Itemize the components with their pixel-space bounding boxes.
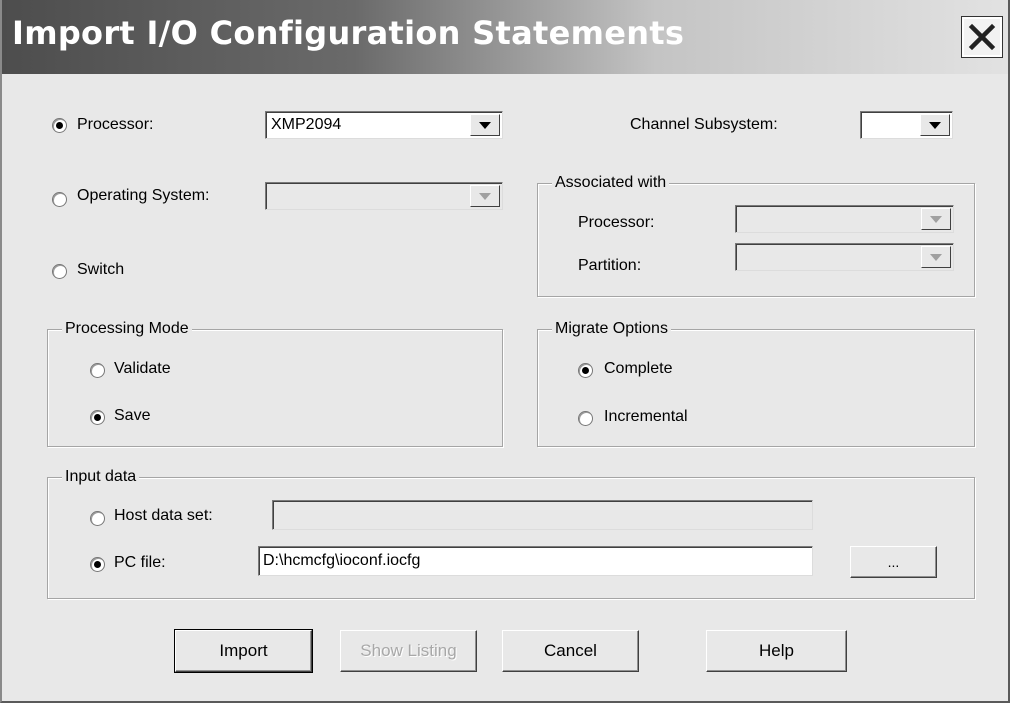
switch-radio[interactable] <box>52 264 67 279</box>
chevron-down-icon <box>930 253 942 261</box>
import-button[interactable]: Import <box>174 629 313 673</box>
migrate-options-legend: Migrate Options <box>552 319 671 339</box>
validate-label: Validate <box>114 360 171 377</box>
processor-label: Processor: <box>77 116 154 133</box>
chevron-down-icon <box>479 192 491 200</box>
pc-file-input[interactable]: D:\hcmcfg\ioconf.iocfg <box>258 546 813 576</box>
associated-processor-label: Processor: <box>578 214 655 231</box>
cancel-button[interactable]: Cancel <box>502 630 639 672</box>
processor-select[interactable]: XMP2094 <box>265 111 503 139</box>
processor-value: XMP2094 <box>271 116 342 133</box>
operating-system-label: Operating System: <box>77 187 210 204</box>
host-data-set-input[interactable] <box>272 500 813 530</box>
chevron-down-icon <box>479 121 491 129</box>
save-radio[interactable] <box>90 410 105 425</box>
switch-label: Switch <box>77 261 125 278</box>
associated-with-legend: Associated with <box>552 173 670 193</box>
show-listing-button[interactable]: Show Listing <box>340 630 477 672</box>
associated-processor-select[interactable] <box>735 205 954 233</box>
partition-select[interactable] <box>735 243 954 271</box>
complete-label: Complete <box>604 360 673 377</box>
host-data-set-label: Host data set: <box>114 507 213 524</box>
close-icon <box>968 23 996 51</box>
operating-system-dropdown-button[interactable] <box>470 185 500 207</box>
migrate-options-group: Migrate Options <box>537 319 975 447</box>
partition-dropdown-button[interactable] <box>921 246 951 268</box>
associated-with-group: Associated with <box>537 173 975 297</box>
operating-system-select[interactable] <box>265 182 503 210</box>
channel-subsystem-select[interactable] <box>860 111 953 139</box>
browse-button[interactable]: ... <box>850 546 937 578</box>
channel-subsystem-dropdown-button[interactable] <box>920 114 950 136</box>
incremental-label: Incremental <box>604 408 688 425</box>
import-dialog: Import I/O Configuration Statements Proc… <box>0 0 1010 703</box>
processing-mode-group: Processing Mode <box>47 319 503 447</box>
validate-radio[interactable] <box>90 363 105 378</box>
dialog-title: Import I/O Configuration Statements <box>12 14 685 52</box>
partition-label: Partition: <box>578 257 642 274</box>
channel-subsystem-label: Channel Subsystem: <box>630 116 778 133</box>
chevron-down-icon <box>929 121 941 129</box>
close-button[interactable] <box>961 16 1003 58</box>
pc-file-label: PC file: <box>114 554 166 571</box>
host-data-set-radio[interactable] <box>90 511 105 526</box>
processor-radio[interactable] <box>52 118 67 133</box>
title-bar: Import I/O Configuration Statements <box>2 0 1008 74</box>
processing-mode-legend: Processing Mode <box>62 319 192 339</box>
complete-radio[interactable] <box>578 363 593 378</box>
pc-file-radio[interactable] <box>90 557 105 572</box>
input-data-legend: Input data <box>62 467 140 487</box>
incremental-radio[interactable] <box>578 411 593 426</box>
processor-dropdown-button[interactable] <box>470 114 500 136</box>
help-button[interactable]: Help <box>706 630 847 672</box>
input-data-group: Input data <box>47 467 975 599</box>
associated-processor-dropdown-button[interactable] <box>921 208 951 230</box>
chevron-down-icon <box>930 215 942 223</box>
operating-system-radio[interactable] <box>52 192 67 207</box>
save-label: Save <box>114 407 151 424</box>
